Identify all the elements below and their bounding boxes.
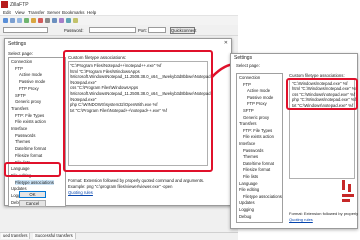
- select-page-label: Select page:: [8, 51, 34, 56]
- menu-server[interactable]: Server: [47, 10, 60, 15]
- quoting-rules-link[interactable]: Quoting rules: [68, 190, 93, 195]
- refresh-icon[interactable]: [24, 17, 29, 23]
- quickconnect-port-field[interactable]: [148, 27, 166, 33]
- tree-item[interactable]: FTP: [243, 82, 251, 87]
- settings-dialog-title: Settings: [8, 41, 27, 47]
- quoting-rules-link-right[interactable]: Quoting rules: [289, 217, 313, 222]
- watermark-logo-icon: [342, 180, 354, 202]
- tree-item[interactable]: Connection: [239, 75, 260, 80]
- tree-item[interactable]: SFTP: [15, 93, 26, 98]
- ok-button[interactable]: OK: [19, 191, 46, 198]
- menu-bar: Edit View Transfer Server Bookmarks Help: [0, 9, 238, 16]
- background-titlebar: ZillaFTP: [0, 0, 238, 9]
- example-help-text: Example: png "c:\program files\viewer\vi…: [68, 184, 173, 189]
- tree-item[interactable]: Filesize format: [243, 167, 270, 172]
- tree-item[interactable]: Interface: [11, 126, 27, 131]
- tree-item[interactable]: Active mode: [19, 72, 42, 77]
- toggle-log-icon[interactable]: [10, 17, 15, 23]
- cancel-icon[interactable]: [38, 17, 43, 23]
- search-icon[interactable]: [73, 17, 78, 23]
- tree-item[interactable]: Filetype associations: [15, 179, 54, 185]
- site-manager-icon[interactable]: [3, 17, 8, 23]
- associations-callout: [63, 50, 213, 172]
- file-editing-callout: [4, 162, 61, 177]
- associations-callout-right: [286, 78, 358, 110]
- tree-item[interactable]: Passwords: [243, 148, 263, 153]
- tree-item[interactable]: SFTP: [243, 108, 254, 113]
- tree-item[interactable]: Updates: [239, 200, 255, 205]
- menu-view[interactable]: View: [15, 10, 25, 15]
- quickconnect-port-label: Port:: [138, 28, 147, 33]
- menu-edit[interactable]: Edit: [3, 10, 11, 15]
- settings-page-tree-right[interactable]: Connection FTP Active mode Passive mode FTP …: [236, 73, 283, 223]
- tree-item[interactable]: FTP: File Types: [243, 128, 272, 133]
- tree-item[interactable]: FTP: [15, 66, 23, 71]
- select-page-label-right: Select page:: [236, 63, 260, 68]
- format-help-text-right: Format: Extension followed by properly: [289, 211, 359, 216]
- tree-item[interactable]: Transfers: [239, 121, 257, 126]
- tree-item[interactable]: Generic proxy: [243, 115, 269, 120]
- tree-item[interactable]: Date/time format: [243, 161, 274, 166]
- menu-transfer[interactable]: Transfer: [28, 10, 45, 15]
- toggle-tree-icon[interactable]: [17, 17, 22, 23]
- tree-item[interactable]: File editing: [239, 187, 259, 192]
- tree-item[interactable]: FTP Proxy: [247, 101, 267, 106]
- compare-icon[interactable]: [66, 17, 71, 23]
- quickconnect-button[interactable]: Quickconnect: [170, 26, 196, 34]
- tree-item[interactable]: File exists action: [243, 134, 274, 139]
- tree-item[interactable]: Passwords: [15, 133, 35, 138]
- tab-queued-transfers[interactable]: ued transfers: [1, 233, 31, 239]
- app-logo-icon: [1, 1, 8, 8]
- quickconnect-password-label: Password:: [64, 28, 84, 33]
- tree-item[interactable]: Generic proxy: [15, 99, 41, 104]
- quickconnect-user-field[interactable]: [3, 27, 48, 33]
- tree-item[interactable]: Interface: [239, 141, 255, 146]
- reconnect-icon[interactable]: [52, 17, 57, 23]
- tab-successful-transfers[interactable]: Successful transfers: [33, 233, 76, 239]
- tree-item[interactable]: Connection: [11, 59, 32, 64]
- tree-item[interactable]: Active mode: [247, 88, 270, 93]
- cancel-button[interactable]: Cancel: [19, 200, 46, 207]
- tree-item[interactable]: Transfers: [11, 106, 29, 111]
- menu-help[interactable]: Help: [87, 10, 96, 15]
- tree-item[interactable]: FTP Proxy: [19, 86, 39, 91]
- tree-item[interactable]: Debug: [239, 214, 251, 219]
- tree-item[interactable]: Logging: [239, 207, 254, 212]
- settings-dialog-right-title: Settings: [234, 55, 253, 61]
- menu-bookmarks[interactable]: Bookmarks: [62, 10, 85, 15]
- tree-item[interactable]: Passive mode: [247, 95, 273, 100]
- filter-icon[interactable]: [59, 17, 64, 23]
- tree-item[interactable]: Filesize format: [15, 153, 42, 158]
- disconnect-icon[interactable]: [45, 17, 50, 23]
- tree-item[interactable]: Themes: [15, 139, 30, 144]
- tree-item[interactable]: Filetype associations: [243, 194, 282, 199]
- close-icon[interactable]: ✕: [224, 40, 228, 46]
- tree-item[interactable]: Themes: [243, 154, 258, 159]
- tree-item[interactable]: Passive mode: [19, 79, 45, 84]
- tree-item[interactable]: Language: [239, 181, 258, 186]
- format-help-text: Format: Extension followed by properly q…: [68, 178, 205, 183]
- tree-item[interactable]: File lists: [243, 174, 258, 179]
- tree-item[interactable]: File exists action: [15, 119, 46, 124]
- quickconnect-password-field[interactable]: [89, 27, 136, 33]
- process-queue-icon[interactable]: [31, 17, 36, 23]
- background-window-title: ZillaFTP: [10, 1, 29, 8]
- tree-item[interactable]: FTP: File Types: [15, 113, 44, 118]
- tree-item[interactable]: Date/time format: [15, 146, 46, 151]
- settings-page-tree[interactable]: Connection FTP Active mode Passive mode FTP …: [8, 57, 66, 207]
